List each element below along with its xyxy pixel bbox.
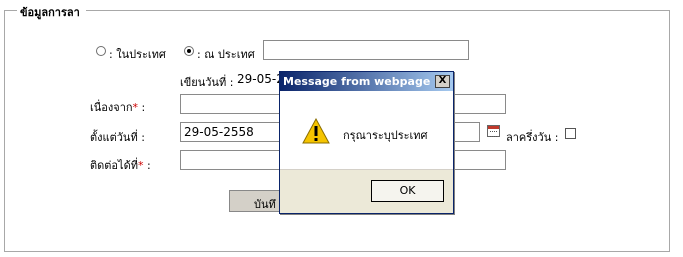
radio-abroad-label: : ณ ประเทศ — [197, 48, 255, 61]
warning-icon — [302, 118, 330, 144]
radio-domestic-label: : ในประเทศ — [109, 48, 166, 61]
half-day-label: ลาครึ่งวัน : — [506, 131, 559, 144]
dialog-message: กรุณาระบุประเทศ — [343, 129, 428, 142]
calendar-icon[interactable] — [487, 125, 500, 137]
contact-label: ติดต่อได้ที่* : — [90, 159, 151, 172]
dialog-title: Message from webpage — [283, 75, 431, 88]
close-icon[interactable]: X — [435, 75, 450, 88]
written-date-label: เขียนวันที่ : — [180, 76, 234, 89]
country-input[interactable] — [263, 40, 469, 60]
dialog-titlebar[interactable]: Message from webpage X — [280, 72, 453, 91]
radio-domestic[interactable] — [96, 46, 106, 56]
written-date-value: 29-05-2 — [237, 72, 284, 86]
radio-abroad[interactable] — [184, 46, 194, 56]
half-day-checkbox[interactable] — [565, 128, 576, 139]
reason-label: เนื่องจาก* : — [90, 101, 146, 114]
dialog-footer: OK — [280, 169, 453, 213]
ok-button[interactable]: OK — [371, 180, 444, 202]
fieldset-legend: ข้อมูลการลา — [17, 3, 86, 21]
dialog-body: กรุณาระบุประเทศ — [280, 91, 453, 169]
start-date-label: ตั้งแต่วันที่ : — [90, 131, 145, 144]
message-dialog: Message from webpage X กรุณาระบุประเทศ O… — [279, 71, 454, 214]
